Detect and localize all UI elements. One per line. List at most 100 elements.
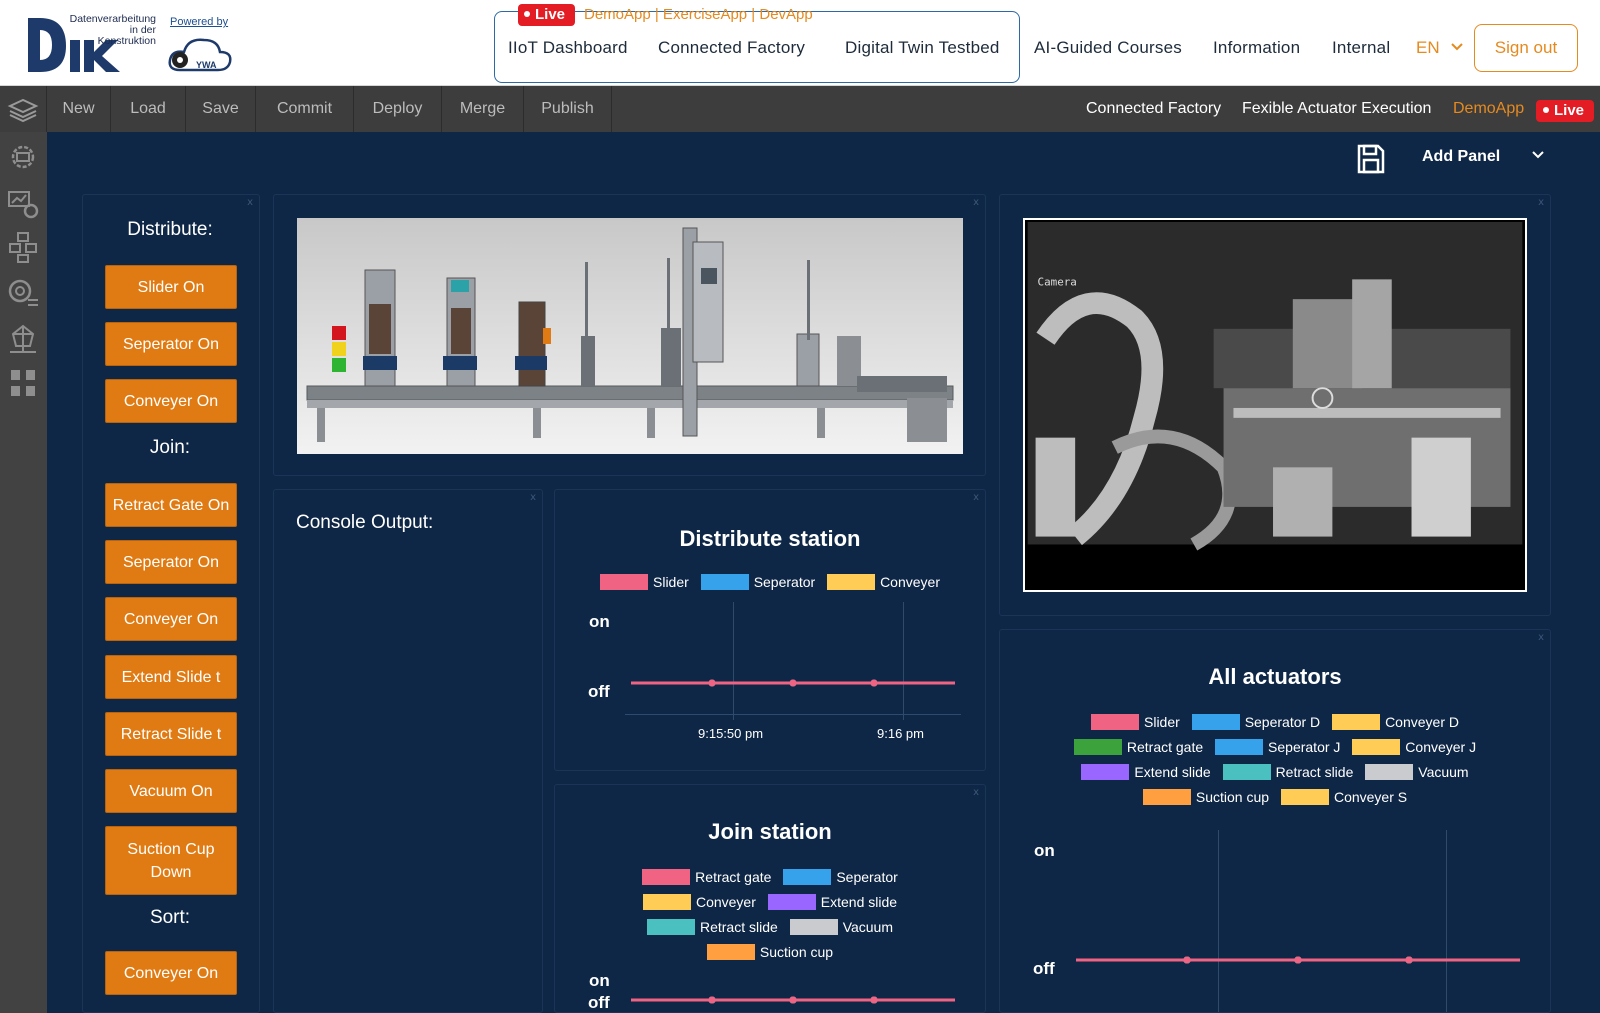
panel-close-icon[interactable]: x xyxy=(1538,632,1544,643)
data-point[interactable] xyxy=(1183,956,1191,964)
legend-swatch xyxy=(1191,714,1240,730)
panel-close-icon[interactable]: x xyxy=(973,787,979,798)
nav-digital-twin-testbed[interactable]: Digital Twin Testbed xyxy=(845,38,1000,58)
robot-arm-icon[interactable] xyxy=(6,322,40,356)
legend-item-seperator-d[interactable]: Seperator D xyxy=(1191,714,1320,730)
logo-menu-button[interactable] xyxy=(0,86,47,132)
distribute-series-svg xyxy=(631,679,955,687)
data-point[interactable] xyxy=(1294,956,1302,964)
panel-close-icon[interactable]: x xyxy=(530,492,536,503)
ywa-cloud-logo[interactable]: YWA xyxy=(166,30,236,74)
distribute-seperator-on-button[interactable]: Seperator On xyxy=(105,322,237,366)
legend-item-seperator[interactable]: Seperator xyxy=(700,574,816,590)
factory-settings-icon[interactable] xyxy=(6,140,40,174)
legend-swatch xyxy=(600,574,648,590)
all-legend-row-3: Extend slide Retract slide Vacuum xyxy=(1000,764,1550,780)
legend-item-conveyer-j[interactable]: Conveyer J xyxy=(1352,739,1476,755)
camera-feed-image[interactable]: Camera xyxy=(1023,218,1527,592)
sort-conveyer-on-button[interactable]: Conveyer On xyxy=(105,951,237,995)
top-header: Datenverarbeitung in der Konstruktion Po… xyxy=(0,0,1600,86)
nav-iiot-dashboard[interactable]: IIoT Dashboard xyxy=(508,38,628,58)
legend-label: Slider xyxy=(1144,714,1180,730)
join-conveyer-on-button[interactable]: Conveyer On xyxy=(105,597,237,641)
publish-button[interactable]: Publish xyxy=(524,86,612,132)
merge-button[interactable]: Merge xyxy=(442,86,524,132)
join-retract-slide-button[interactable]: Retract Slide t xyxy=(105,712,237,756)
distribute-label: Distribute: xyxy=(127,219,213,240)
legend-item-conveyer[interactable]: Conveyer xyxy=(642,894,756,910)
flow-blocks-icon[interactable] xyxy=(6,366,40,400)
data-point[interactable] xyxy=(1405,956,1413,964)
save-layout-icon[interactable] xyxy=(1356,143,1386,175)
camera-settings-icon[interactable] xyxy=(6,276,40,310)
legend-item-vacuum[interactable]: Vacuum xyxy=(1365,764,1469,780)
data-point[interactable] xyxy=(708,679,716,687)
nav-ai-guided-courses[interactable]: AI-Guided Courses xyxy=(1034,38,1182,58)
factory-model-image[interactable] xyxy=(297,218,963,454)
breadcrumb-demoapp[interactable]: DemoApp xyxy=(1453,100,1524,118)
distribute-slider-on-button[interactable]: Slider On xyxy=(105,265,237,309)
save-button[interactable]: Save xyxy=(186,86,256,132)
deploy-button[interactable]: Deploy xyxy=(354,86,442,132)
legend-item-suction-cup[interactable]: Suction cup xyxy=(706,944,833,960)
legend-label: Conveyer xyxy=(695,894,756,910)
breadcrumb-connected-factory[interactable]: Connected Factory xyxy=(1086,100,1221,118)
join-vacuum-on-button[interactable]: Vacuum On xyxy=(105,769,237,813)
legend-item-retract-gate[interactable]: Retract gate xyxy=(642,869,771,885)
legend-item-retract-slide[interactable]: Retract slide xyxy=(646,919,778,935)
legend-item-seperator-j[interactable]: Seperator J xyxy=(1215,739,1340,755)
sign-out-button[interactable]: Sign out xyxy=(1474,24,1578,72)
join-series-svg xyxy=(631,996,955,1004)
all-actuators-chart-title: All actuators xyxy=(1208,664,1342,689)
legend-item-conveyer[interactable]: Conveyer xyxy=(827,574,940,590)
legend-swatch xyxy=(767,894,816,910)
new-button[interactable]: New xyxy=(47,86,111,132)
panel-close-icon[interactable]: x xyxy=(1538,197,1544,208)
y-tick-off: off xyxy=(588,993,610,1012)
legend-item-slider[interactable]: Slider xyxy=(1091,714,1180,730)
language-select[interactable]: EN xyxy=(1416,38,1464,58)
legend-item-seperator[interactable]: Seperator xyxy=(783,869,898,885)
data-point[interactable] xyxy=(870,679,878,687)
data-point[interactable] xyxy=(789,996,797,1004)
y-tick-off: off xyxy=(1033,959,1055,978)
data-point[interactable] xyxy=(789,679,797,687)
join-retract-gate-on-button[interactable]: Retract Gate On xyxy=(105,483,237,527)
legend-label: Retract slide xyxy=(1275,764,1354,780)
join-seperator-on-button[interactable]: Seperator On xyxy=(105,540,237,584)
legend-item-conveyer-s[interactable]: Conveyer S xyxy=(1280,789,1407,805)
x-axis-line xyxy=(625,714,961,715)
network-icon[interactable] xyxy=(6,230,40,264)
panel-close-icon[interactable]: x xyxy=(973,197,979,208)
legend-label: Seperator xyxy=(753,574,816,590)
join-station-chart: x Join station Retract gate Seperator Co… xyxy=(554,784,986,1013)
legend-item-retract-gate[interactable]: Retract gate xyxy=(1073,739,1203,755)
join-extend-slide-button[interactable]: Extend Slide t xyxy=(105,655,237,699)
add-panel-dropdown[interactable]: Add Panel xyxy=(1422,148,1545,166)
legend-item-vacuum[interactable]: Vacuum xyxy=(789,919,893,935)
legend-item-suction-cup[interactable]: Suction cup xyxy=(1142,789,1269,805)
data-point[interactable] xyxy=(708,996,716,1004)
nav-connected-factory[interactable]: Connected Factory xyxy=(658,38,805,58)
machine-chart-icon[interactable] xyxy=(6,186,40,220)
panel-close-icon[interactable]: x xyxy=(247,197,253,208)
legend-item-retract-slide[interactable]: Retract slide xyxy=(1222,764,1354,780)
legend-item-conveyer-d[interactable]: Conveyer D xyxy=(1332,714,1459,730)
join-suction-cup-down-button[interactable]: Suction Cup Down xyxy=(105,826,237,895)
distribute-conveyer-on-button[interactable]: Conveyer On xyxy=(105,379,237,423)
nav-information[interactable]: Information xyxy=(1213,38,1300,58)
legend-item-extend-slide[interactable]: Extend slide xyxy=(1081,764,1211,780)
commit-button[interactable]: Commit xyxy=(256,86,354,132)
chevron-down-icon xyxy=(1531,151,1544,159)
legend-label: Conveyer D xyxy=(1385,714,1459,730)
app-switcher[interactable]: DemoApp | ExerciseApp | DevApp xyxy=(584,6,813,23)
legend-item-slider[interactable]: Slider xyxy=(600,574,689,590)
nav-internal[interactable]: Internal xyxy=(1332,38,1390,58)
load-button[interactable]: Load xyxy=(111,86,186,132)
legend-item-extend-slide[interactable]: Extend slide xyxy=(767,894,897,910)
data-point[interactable] xyxy=(870,996,878,1004)
join-legend-row-4: Suction cup xyxy=(555,944,985,960)
all-actuators-chart: x All actuators Slider Seperator D Conve… xyxy=(999,629,1551,1013)
panel-close-icon[interactable]: x xyxy=(973,492,979,503)
y-tick-on: on xyxy=(1034,841,1055,860)
